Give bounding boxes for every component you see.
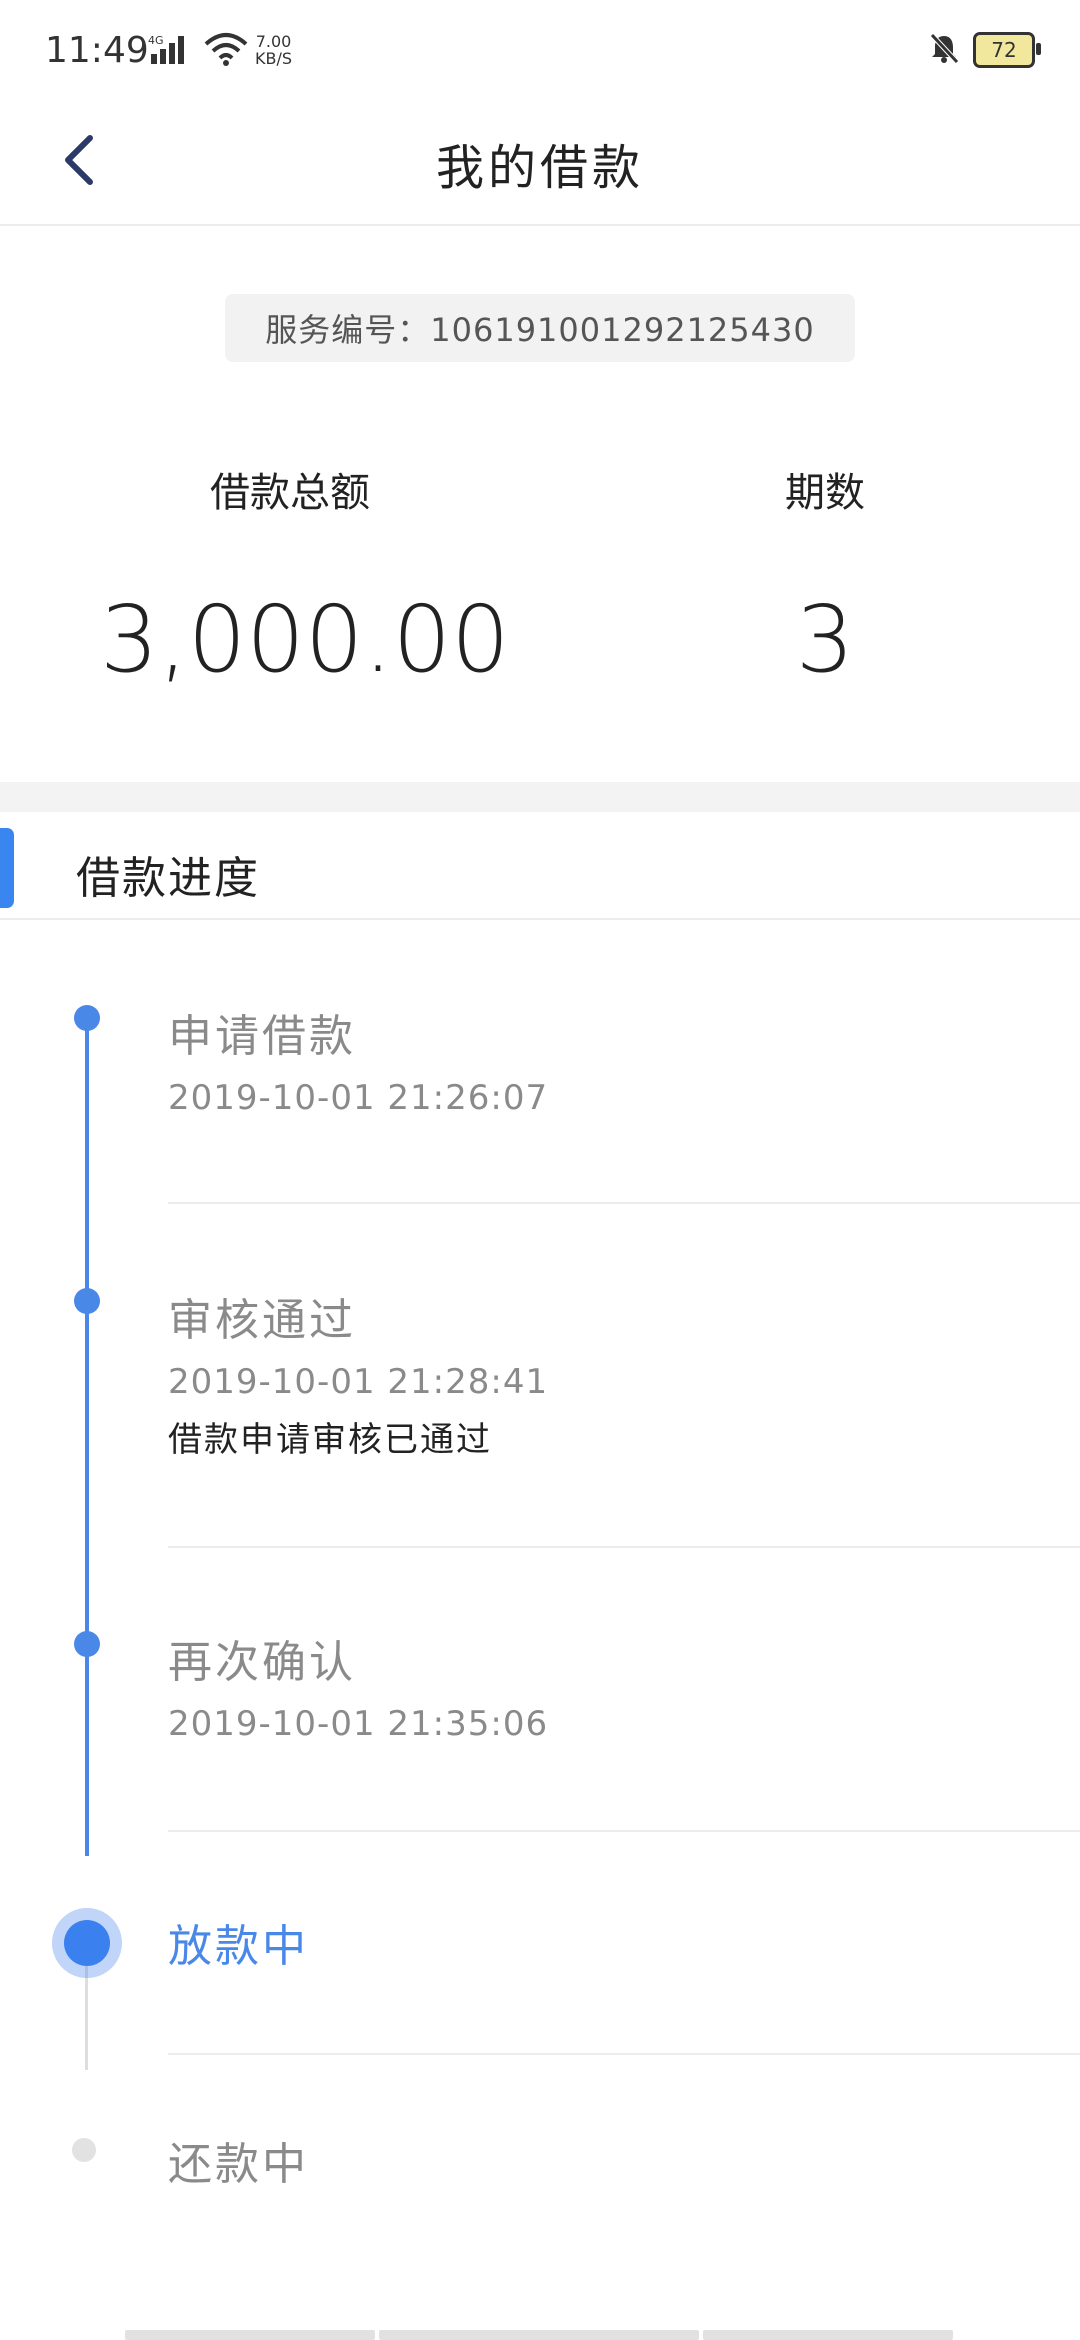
section-accent-bar (0, 828, 14, 908)
step-dot-done (74, 1005, 100, 1031)
step-dot-done (74, 1288, 100, 1314)
progress-section-title: 借款进度 (76, 853, 260, 904)
loan-periods-label: 期数 (785, 470, 865, 516)
step-title: 审核通过 (168, 1295, 356, 1346)
loan-amount-label: 借款总额 (210, 470, 370, 516)
step-divider (168, 1830, 1080, 1832)
step-title: 申请借款 (168, 1011, 356, 1062)
timeline-line-completed (85, 1016, 89, 1856)
bottom-edge-bars (125, 2330, 953, 2340)
step-time: 2019-10-01 21:26:07 (168, 1078, 549, 1118)
step-dot-done (74, 1631, 100, 1657)
loan-periods-value: 3 (795, 586, 855, 693)
progress-section-header: 借款进度 (0, 812, 1080, 920)
step-note: 借款申请审核已通过 (168, 1420, 492, 1460)
step-dot-current (52, 1908, 122, 1978)
loan-amount: 借款总额 3,000.00 (100, 460, 510, 693)
step-dot-pending (72, 2138, 96, 2162)
svg-text:4G: 4G (148, 34, 164, 47)
signal-icon: 4G (148, 34, 192, 70)
timeline-step-pending: 还款中 (168, 2128, 1080, 2192)
loan-detail-screen: 11:49 4G 7.00 KB/S 72 我的借款 服务编号：10619100… (0, 0, 1080, 2340)
timeline-step: 审核通过 2019-10-01 21:28:41 借款申请审核已通过 (168, 1284, 1080, 1461)
loan-periods: 期数 3 (730, 460, 920, 693)
network-indicators: 4G (148, 32, 248, 70)
step-divider (168, 1202, 1080, 1204)
app-header: 我的借款 (0, 100, 1080, 226)
step-divider (168, 1546, 1080, 1548)
step-time: 2019-10-01 21:35:06 (168, 1704, 549, 1744)
loan-amount-value: 3,000.00 (100, 586, 510, 693)
step-time: 2019-10-01 21:28:41 (168, 1362, 549, 1402)
section-separator (0, 782, 1080, 812)
status-time: 11:49 (45, 30, 149, 71)
status-right: 72 (929, 32, 1041, 68)
step-title: 再次确认 (168, 1637, 356, 1688)
wifi-icon (204, 32, 248, 70)
network-speed: 7.00 KB/S (255, 32, 293, 68)
step-title: 还款中 (168, 2139, 309, 2190)
service-number: 服务编号：10619100129212543​0 (225, 294, 855, 362)
page-title: 我的借款 (435, 140, 644, 196)
timeline-step-current: 放款中 (168, 1910, 1080, 1974)
timeline-step: 申请借款 2019-10-01 21:26:07 (168, 1000, 1080, 1118)
status-bar: 11:49 4G 7.00 KB/S 72 (0, 0, 1080, 100)
battery-indicator: 72 (973, 32, 1041, 68)
progress-timeline: 申请借款 2019-10-01 21:26:07 审核通过 2019-10-01… (0, 918, 1080, 2340)
bell-muted-icon (929, 32, 959, 68)
step-title: 放款中 (168, 1921, 309, 1972)
step-divider (168, 2053, 1080, 2055)
timeline-step: 再次确认 2019-10-01 21:35:06 (168, 1626, 1080, 1744)
